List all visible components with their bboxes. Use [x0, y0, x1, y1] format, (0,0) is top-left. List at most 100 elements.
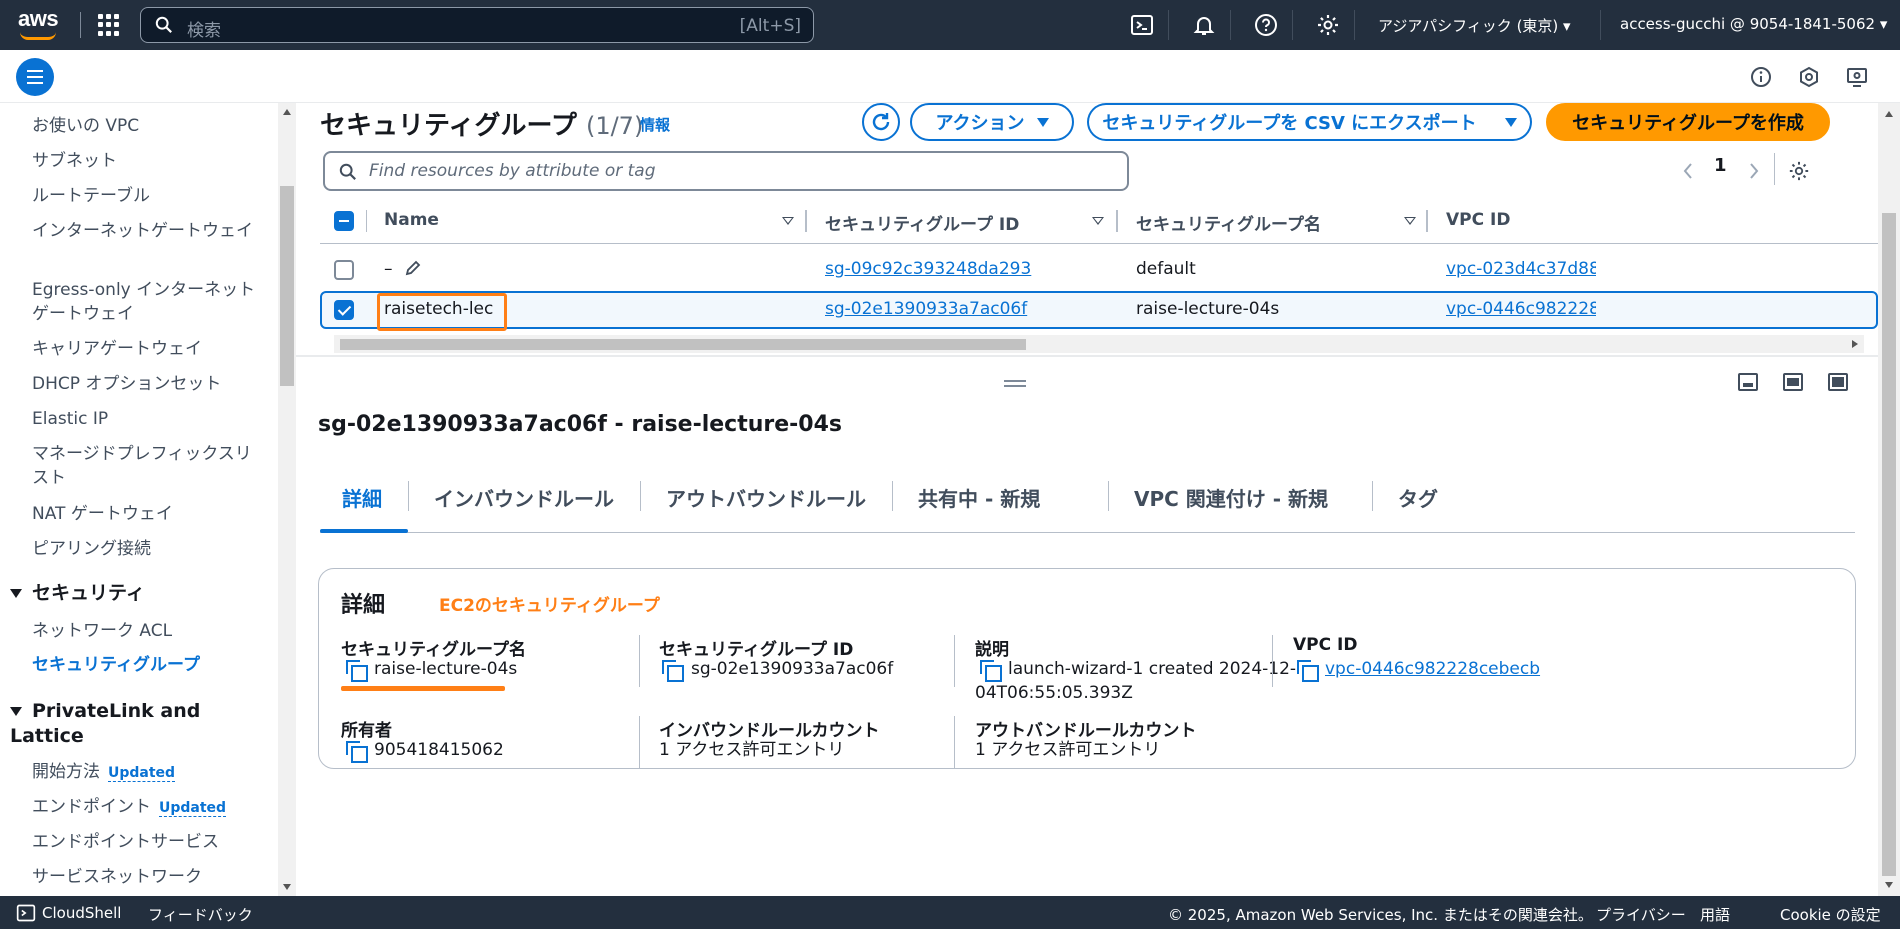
copy-icon[interactable] — [346, 741, 368, 763]
info-link[interactable]: 情報 — [640, 114, 670, 135]
terms-link[interactable]: 用語 — [1700, 904, 1730, 925]
nav-route-tables[interactable]: ルートテーブル — [32, 184, 257, 208]
cell-vpc-id-link[interactable]: vpc-0446c982228c — [1446, 299, 1596, 319]
select-all-checkbox[interactable] — [334, 211, 354, 231]
display-settings-icon[interactable] — [1846, 66, 1868, 88]
nav-egress-only-igw[interactable]: Egress-only インターネットゲートウェイ — [32, 278, 257, 326]
main-vertical-scrollbar[interactable] — [1878, 103, 1900, 896]
nav-subnets[interactable]: サブネット — [32, 149, 257, 173]
column-header-sg-id[interactable]: セキュリティグループ ID — [825, 210, 1019, 235]
vpc-id-link[interactable]: vpc-0446c982228cebecb — [1325, 657, 1540, 681]
copy-icon[interactable] — [346, 660, 368, 682]
nav-managed-prefix-lists[interactable]: マネージドプレフィックスリスト — [32, 442, 257, 490]
nav-service-networks[interactable]: サービスネットワーク — [32, 865, 257, 889]
console-subbar — [0, 50, 1900, 103]
nav-endpoints[interactable]: エンドポイント Updated — [32, 795, 257, 820]
cell-sg-id-link[interactable]: sg-02e1390933a7ac06f — [825, 299, 1027, 319]
nav-carrier-gateways[interactable]: キャリアゲートウェイ — [32, 337, 257, 361]
cloudshell-icon[interactable] — [16, 903, 36, 923]
edit-pencil-icon[interactable] — [404, 259, 422, 277]
tab-outbound-rules[interactable]: アウトバウンドルール — [666, 483, 866, 512]
nav-dhcp-option-sets[interactable]: DHCP オプションセット — [32, 372, 257, 396]
table-row-selected[interactable]: raisetech-lec sg-02e1390933a7ac06f raise… — [320, 291, 1878, 329]
cookie-settings-link[interactable]: Cookie の設定 — [1780, 904, 1881, 925]
services-grid-icon[interactable] — [98, 14, 120, 36]
cell-name-text: – — [384, 259, 393, 279]
copy-icon[interactable] — [980, 660, 1002, 682]
column-header-sg-name[interactable]: セキュリティグループ名 — [1136, 210, 1321, 235]
row-checkbox[interactable] — [334, 300, 354, 320]
cloudshell-link[interactable]: CloudShell — [42, 904, 121, 922]
nav-elastic-ip[interactable]: Elastic IP — [32, 407, 257, 431]
tab-vpc-associations[interactable]: VPC 関連付け - 新規 — [1134, 483, 1328, 512]
table-header: Name セキュリティグループ ID セキュリティグループ名 VPC ID — [320, 198, 1878, 244]
global-search-input[interactable]: 検索 [Alt+S] — [140, 7, 814, 43]
nav-your-vpcs[interactable]: お使いの VPC — [32, 114, 257, 138]
cloudshell-icon[interactable] — [1130, 13, 1154, 37]
nav-peering-connections[interactable]: ピアリング接続 — [32, 537, 257, 561]
privacy-link[interactable]: プライバシー — [1596, 904, 1686, 925]
help-icon[interactable] — [1254, 13, 1278, 37]
cell-sg-id-link[interactable]: sg-09c92c393248da293 — [825, 259, 1031, 279]
nav-section-privatelink[interactable]: PrivateLink and Lattice — [10, 699, 230, 749]
row-checkbox[interactable] — [334, 260, 354, 280]
security-hex-icon[interactable] — [1798, 66, 1820, 88]
tab-tags[interactable]: タグ — [1398, 483, 1438, 512]
column-header-vpc-id[interactable]: VPC ID — [1446, 210, 1510, 230]
nav-getting-started[interactable]: 開始方法 Updated — [32, 760, 257, 785]
cell-name: – — [384, 259, 422, 279]
next-page-icon[interactable] — [1748, 162, 1760, 180]
current-page[interactable]: 1 — [1714, 155, 1727, 176]
description-value-line1: launch-wizard-1 created 2024-12- — [1008, 659, 1297, 679]
split-full-icon[interactable] — [1828, 373, 1848, 391]
table-row[interactable]: – sg-09c92c393248da293 default vpc-023d4… — [320, 251, 1878, 289]
nav-security-groups[interactable]: セキュリティグループ — [32, 653, 257, 677]
prev-page-icon[interactable] — [1682, 162, 1694, 180]
side-navigation-toggle-button[interactable] — [16, 58, 54, 96]
column-header-name[interactable]: Name — [384, 210, 439, 230]
split-panel-drag-handle[interactable] — [1004, 380, 1026, 387]
table-preferences-gear-icon[interactable] — [1788, 160, 1810, 182]
outbound-count-value: 1 アクセス許可エントリ — [975, 740, 1161, 760]
nav-section-security[interactable]: セキュリティ — [10, 581, 260, 606]
nav-section-security-label: セキュリティ — [32, 582, 145, 604]
table-horizontal-scrollbar[interactable] — [334, 335, 1864, 353]
actions-dropdown-button[interactable]: アクション — [910, 103, 1074, 141]
updated-badge[interactable]: Updated — [108, 765, 176, 782]
export-csv-button[interactable]: セキュリティグループを CSV にエクスポート — [1087, 103, 1491, 141]
copy-icon[interactable] — [662, 660, 684, 682]
cell-vpc-id-link[interactable]: vpc-023d4c37d881 — [1446, 259, 1596, 279]
sort-icon[interactable] — [1404, 217, 1416, 225]
copy-icon[interactable] — [1297, 660, 1319, 682]
account-menu[interactable]: access-gucchi @ 9054-1841-5062 ▾ — [1620, 15, 1887, 33]
tab-details[interactable]: 詳細 — [342, 483, 382, 512]
notifications-bell-icon[interactable] — [1192, 13, 1216, 37]
nav-getting-started-label: 開始方法 — [32, 762, 100, 782]
settings-gear-icon[interactable] — [1316, 13, 1340, 37]
aws-logo[interactable]: aws — [18, 8, 59, 42]
nav-nat-gateways[interactable]: NAT ゲートウェイ — [32, 502, 257, 526]
region-selector[interactable]: アジアパシフィック (東京) ▾ — [1378, 15, 1571, 36]
split-side-icon[interactable] — [1783, 373, 1803, 391]
info-icon[interactable] — [1750, 66, 1772, 88]
refresh-icon — [872, 113, 890, 131]
sort-icon[interactable] — [782, 217, 794, 225]
nav-internet-gateways[interactable]: インターネットゲートウェイ — [32, 219, 257, 243]
refresh-button[interactable] — [862, 103, 900, 141]
sidebar-scrollbar[interactable] — [278, 103, 296, 896]
top-navigation-bar: aws 検索 [Alt+S] アジアパシフィック (東京) ▾ access-g… — [0, 0, 1900, 50]
search-icon — [155, 16, 172, 33]
annotation-underline — [341, 686, 505, 691]
updated-badge[interactable]: Updated — [159, 800, 227, 817]
feedback-link[interactable]: フィードバック — [148, 904, 253, 925]
nav-network-acls[interactable]: ネットワーク ACL — [32, 619, 257, 643]
nav-endpoint-services[interactable]: エンドポイントサービス — [32, 830, 257, 854]
create-security-group-button[interactable]: セキュリティグループを作成 — [1546, 103, 1830, 141]
export-dropdown-button[interactable] — [1490, 103, 1532, 141]
tab-sharing[interactable]: 共有中 - 新規 — [918, 483, 1040, 512]
sort-icon[interactable] — [1092, 217, 1104, 225]
tab-inbound-rules[interactable]: インバウンドルール — [434, 483, 614, 512]
resource-filter-input[interactable]: Find resources by attribute or tag — [323, 151, 1129, 191]
selection-count: (1/7) — [585, 112, 644, 140]
split-bottom-icon[interactable] — [1738, 373, 1758, 391]
